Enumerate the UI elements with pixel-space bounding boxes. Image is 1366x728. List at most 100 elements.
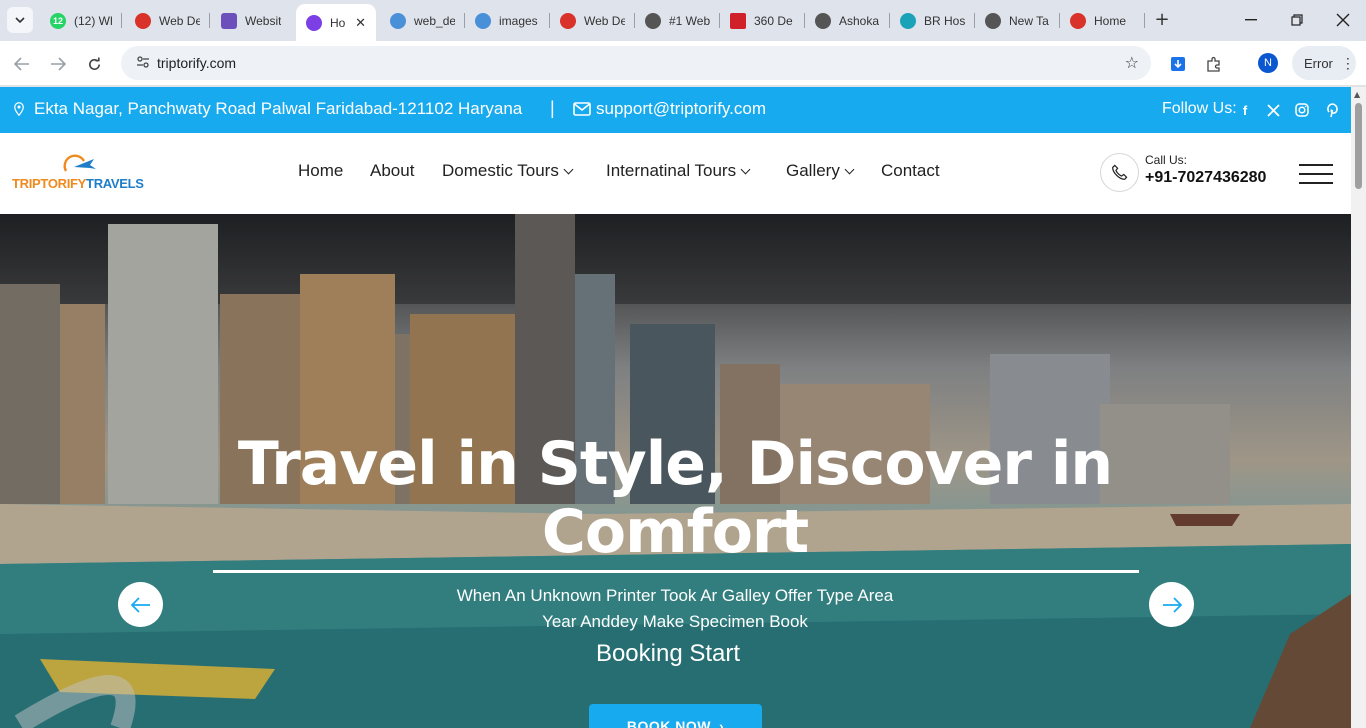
- hero-title: Travel in Style, Discover in Comfort: [237, 429, 1113, 567]
- browser-tab[interactable]: Web De: [125, 6, 210, 35]
- tab-label: Home: [1094, 13, 1127, 28]
- hero-banner: Travel in Style, Discover in Comfort Whe…: [0, 214, 1351, 728]
- logo-text: TRIPTORIFYTRAVELS: [12, 176, 144, 191]
- browser-tab[interactable]: Ashoka: [805, 6, 890, 35]
- scrollbar-thumb[interactable]: [1355, 103, 1362, 189]
- menu-bar: [1299, 173, 1333, 175]
- restore-button[interactable]: [1283, 8, 1311, 32]
- tab-label: BR Hos: [924, 13, 965, 28]
- browser-tab[interactable]: web_de: [380, 6, 465, 35]
- minimize-button[interactable]: [1237, 8, 1265, 32]
- page-viewport: Ekta Nagar, Panchwaty Road Palwal Farida…: [0, 87, 1351, 728]
- nav-gallery[interactable]: Gallery: [786, 161, 855, 181]
- tab-label: Websit: [245, 13, 282, 28]
- chevron-down-icon: [740, 164, 751, 174]
- nav-label: Internatinal Tours: [606, 161, 737, 180]
- top-info-bar: Ekta Nagar, Panchwaty Road Palwal Farida…: [0, 87, 1351, 133]
- site-favicon-icon: [1070, 12, 1086, 29]
- tab-label: images: [499, 13, 538, 28]
- home-icon: [730, 12, 746, 29]
- nav-label: Contact: [881, 161, 940, 180]
- nav-domestic-tours[interactable]: Domestic Tours: [442, 161, 574, 181]
- nav-label: About: [370, 161, 415, 180]
- globe-icon: [645, 12, 661, 29]
- heart-icon: [900, 12, 916, 29]
- site-logo[interactable]: TRIPTORIFYTRAVELS: [12, 154, 144, 195]
- scroll-up-icon[interactable]: ▲: [1354, 90, 1360, 99]
- browser-tab[interactable]: BR Hos: [890, 6, 975, 35]
- hamburger-menu-button[interactable]: [1299, 164, 1333, 184]
- browser-tab[interactable]: New Ta: [975, 6, 1060, 35]
- email-text[interactable]: support@triptorify.com: [596, 99, 766, 119]
- page-scrollbar[interactable]: ▲: [1351, 87, 1366, 728]
- browser-tab[interactable]: Home: [1060, 6, 1145, 35]
- hero-subtitle-line2: Year Anddey Make Specimen Book: [542, 612, 808, 631]
- reload-button[interactable]: [82, 52, 106, 76]
- arrow-left-icon: [14, 57, 29, 71]
- address-text: Ekta Nagar, Panchwaty Road Palwal Farida…: [34, 99, 523, 118]
- slider-prev-button[interactable]: [118, 582, 163, 627]
- info-divider: |: [550, 98, 555, 118]
- error-menu-button[interactable]: Error ⋮: [1292, 46, 1356, 80]
- profile-avatar[interactable]: N: [1258, 53, 1278, 73]
- url-text[interactable]: triptorify.com: [157, 55, 236, 71]
- arrow-right-icon: [1162, 596, 1182, 613]
- browser-tab[interactable]: Web De: [550, 6, 635, 35]
- back-button[interactable]: [10, 52, 34, 76]
- nav-contact[interactable]: Contact: [881, 161, 940, 181]
- chevron-down-icon: [844, 164, 855, 174]
- whatsapp-icon: 12: [50, 12, 66, 29]
- restore-icon: [1291, 14, 1303, 26]
- browser-tab[interactable]: #1 Web: [635, 6, 720, 35]
- extensions-button[interactable]: [1203, 53, 1225, 75]
- nav-international-tours[interactable]: Internatinal Tours: [606, 161, 751, 181]
- tab-search-button[interactable]: [7, 7, 33, 33]
- tab-label: web_de: [414, 13, 455, 28]
- browser-tab[interactable]: 12 (12) Wh: [40, 6, 122, 35]
- download-button[interactable]: [1167, 53, 1189, 75]
- nav-label: Gallery: [786, 161, 840, 180]
- tab-label: Ashoka: [839, 13, 880, 28]
- call-number[interactable]: +91-7027436280: [1145, 169, 1266, 187]
- nav-home[interactable]: Home: [298, 161, 343, 181]
- plane-logo-icon: [63, 154, 96, 172]
- browser-tab[interactable]: Websit: [211, 6, 296, 35]
- logo-text-part1: TRIPTORIFY: [12, 176, 87, 191]
- close-tab-icon[interactable]: ✕: [349, 15, 366, 31]
- browser-tab[interactable]: 360 De: [720, 6, 805, 35]
- reload-icon: [88, 56, 100, 70]
- tab-label: #1 Web: [669, 13, 710, 28]
- site-favicon-icon: [390, 12, 406, 29]
- slider-next-button[interactable]: [1149, 582, 1194, 627]
- site-settings-icon[interactable]: [133, 55, 153, 71]
- instagram-icon[interactable]: [1294, 102, 1310, 118]
- book-now-button[interactable]: BOOK NOW ›: [589, 704, 762, 728]
- call-label: Call Us:: [1145, 153, 1188, 167]
- forward-button[interactable]: [46, 52, 70, 76]
- address-bar[interactable]: triptorify.com ☆: [121, 46, 1151, 80]
- tab-label: New Ta: [1009, 13, 1049, 28]
- x-icon[interactable]: [1265, 102, 1281, 118]
- nav-label: Domestic Tours: [442, 161, 559, 180]
- call-button[interactable]: [1100, 153, 1139, 192]
- browser-toolbar: triptorify.com ☆ N Error ⋮: [0, 41, 1366, 86]
- new-tab-button[interactable]: +: [1151, 8, 1173, 30]
- tab-label: 360 De: [754, 13, 793, 28]
- browser-tab[interactable]: images: [465, 6, 550, 35]
- site-favicon-icon: [306, 14, 322, 31]
- email-link[interactable]: support@triptorify.com: [573, 99, 766, 119]
- nav-about[interactable]: About: [370, 161, 414, 181]
- browser-tab-bar: 12 (12) Wh Web De Websit Ho ✕ web_de ima…: [0, 0, 1366, 41]
- browser-tab-active[interactable]: Ho ✕: [296, 4, 376, 41]
- tab-label: Ho: [330, 15, 346, 30]
- arrow-left-icon: [130, 596, 150, 613]
- menu-bar: [1299, 182, 1333, 184]
- close-window-button[interactable]: [1329, 8, 1357, 32]
- nav-label: Home: [298, 161, 344, 180]
- pinterest-icon[interactable]: [1324, 102, 1340, 118]
- facebook-icon[interactable]: f: [1237, 102, 1253, 118]
- bookmark-star-icon[interactable]: ☆: [1125, 53, 1139, 72]
- menu-bar: [1299, 164, 1333, 166]
- booking-text: Booking Start: [595, 640, 741, 667]
- globe-icon: [815, 12, 831, 29]
